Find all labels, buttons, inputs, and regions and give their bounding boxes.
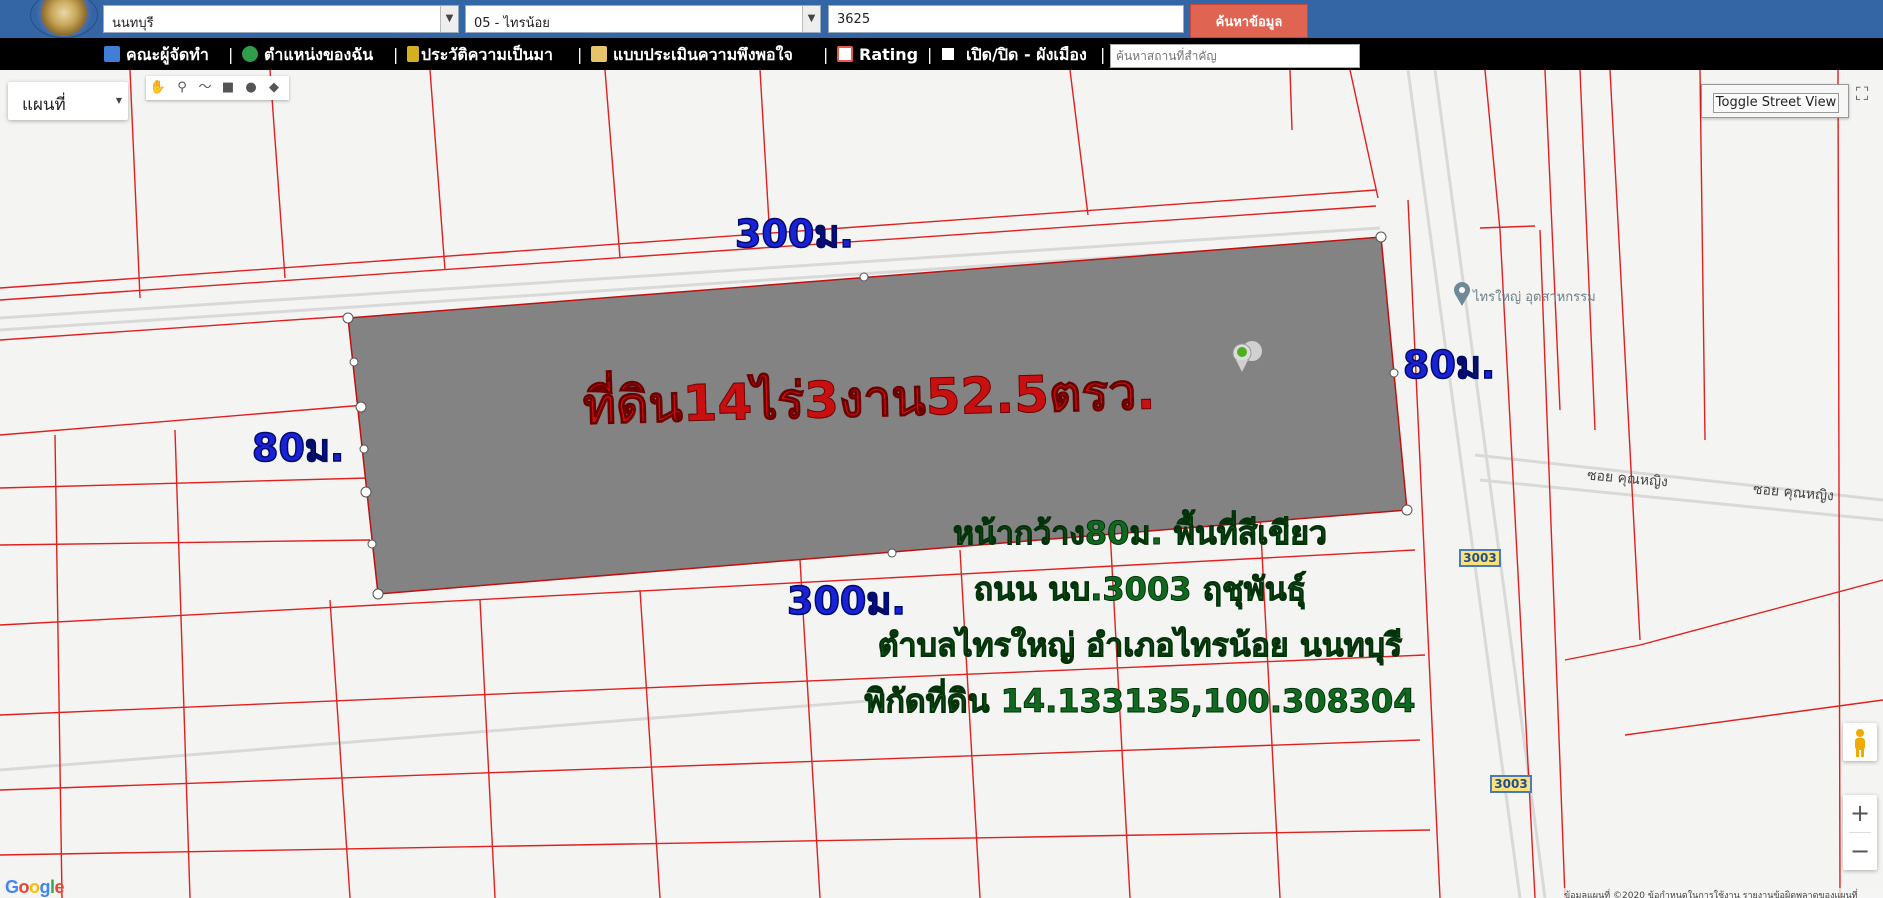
- rectangle-icon[interactable]: ■: [219, 79, 237, 97]
- info-line-frontage: หน้ากว้าง80ม. พื้นที่สีเขียว: [953, 514, 1328, 553]
- menu-separator: |: [1100, 45, 1106, 64]
- province-select-value: นนทบุรี: [112, 16, 154, 31]
- right-width-label: 80ม.: [1402, 342, 1496, 388]
- district-select[interactable]: 05 - ไทรน้อย ▼: [465, 5, 821, 33]
- road-shield-3003: 3003: [1490, 775, 1532, 793]
- info-block: หน้ากว้าง80ม. พื้นที่สีเขียว ถนน นบ.3003…: [860, 505, 1420, 729]
- pegman-icon[interactable]: [1843, 723, 1877, 761]
- menu-item-rating[interactable]: Rating: [837, 45, 918, 65]
- circle-icon[interactable]: ●: [242, 79, 260, 97]
- chevron-down-icon: ▼: [440, 6, 458, 32]
- menu-separator: |: [393, 45, 399, 64]
- marker-icon[interactable]: ⚲: [173, 79, 191, 97]
- agency-logo: [30, 0, 98, 38]
- chevron-down-icon: ▼: [802, 6, 820, 32]
- chart-icon: [837, 46, 853, 62]
- plant-icon: [407, 46, 419, 62]
- toggle-street-view-button[interactable]: Toggle Street View: [1701, 84, 1849, 118]
- map-canvas[interactable]: ที่ดิน14ไร่3งาน52.5ตรว. 300ม. 300ม. 80ม.…: [0, 70, 1883, 898]
- zoom-in-button[interactable]: +: [1843, 795, 1877, 832]
- map-type-label: แผนที่: [22, 95, 66, 115]
- info-line-location: ตำบลไทรใหญ่ อำเภอไทรน้อย นนทบุรี: [877, 626, 1403, 665]
- menu-item-history[interactable]: ประวัติความเป็นมา: [407, 45, 553, 65]
- team-icon: [104, 46, 120, 62]
- chevron-down-icon: ▼: [115, 96, 122, 105]
- polyline-icon[interactable]: 〜: [196, 79, 214, 97]
- map-attribution[interactable]: ข้อมูลแผนที่ ©2020 ข้อกำหนดในการใช้งาน ร…: [1560, 888, 1883, 898]
- top-length-label: 300ม.: [734, 211, 854, 257]
- search-button[interactable]: ค้นหาข้อมูล: [1190, 4, 1308, 38]
- poi-label[interactable]: ไทรใหญ่ อุตสาหกรรม: [1473, 286, 1596, 307]
- hand-icon[interactable]: ✋: [149, 79, 167, 97]
- zoom-out-button[interactable]: −: [1843, 833, 1877, 870]
- notepad-icon: [591, 46, 607, 62]
- globe-icon: [242, 46, 258, 62]
- drawing-toolbar: ✋ ⚲ 〜 ■ ● ◆: [146, 76, 289, 100]
- map-type-dropdown[interactable]: แผนที่ ▼: [8, 82, 128, 120]
- polygon-icon[interactable]: ◆: [265, 79, 283, 97]
- menu-separator: |: [823, 45, 829, 64]
- menu-item-my-location[interactable]: ตำแหน่งของฉัน: [242, 45, 373, 65]
- road-shield-3003: 3003: [1459, 549, 1501, 567]
- info-line-coordinates: พิกัดที่ดิน 14.133135,100.308304: [864, 682, 1416, 721]
- menu-separator: |: [927, 45, 933, 64]
- menu-item-team[interactable]: คณะผู้จัดทำ: [104, 45, 209, 65]
- area-title: ที่ดิน14ไร่3งาน52.5ตรว.: [582, 362, 1157, 436]
- top-search-bar: นนทบุรี ▼ 05 - ไทรน้อย ▼ ค้นหาข้อมูล: [0, 0, 1883, 38]
- menu-item-survey[interactable]: แบบประเมินความพึงพอใจ: [591, 45, 793, 65]
- menu-item-city-plan-toggle[interactable]: เปิด/ปิด - ผังเมือง: [942, 45, 1087, 65]
- menu-separator: |: [577, 45, 583, 64]
- google-logo: Google: [5, 877, 65, 897]
- info-line-road: ถนน นบ.3003 ฤชุพันธุ์: [973, 570, 1307, 609]
- district-select-value: 05 - ไทรน้อย: [474, 16, 550, 31]
- zoom-control: + −: [1843, 795, 1877, 870]
- place-search-input[interactable]: [1110, 44, 1360, 68]
- poi-pin-icon[interactable]: [1454, 282, 1470, 306]
- menu-separator: |: [228, 45, 234, 64]
- fullscreen-icon[interactable]: ⛶: [1851, 84, 1873, 106]
- province-select[interactable]: นนทบุรี ▼: [103, 5, 459, 33]
- left-width-label: 80ม.: [251, 425, 345, 471]
- menu-bar: คณะผู้จัดทำ | ตำแหน่งของฉัน | ประวัติควา…: [0, 38, 1883, 70]
- parcel-number-input[interactable]: [828, 5, 1184, 33]
- checkbox-icon[interactable]: [942, 48, 954, 60]
- toggle-street-view-label: Toggle Street View: [1713, 93, 1839, 113]
